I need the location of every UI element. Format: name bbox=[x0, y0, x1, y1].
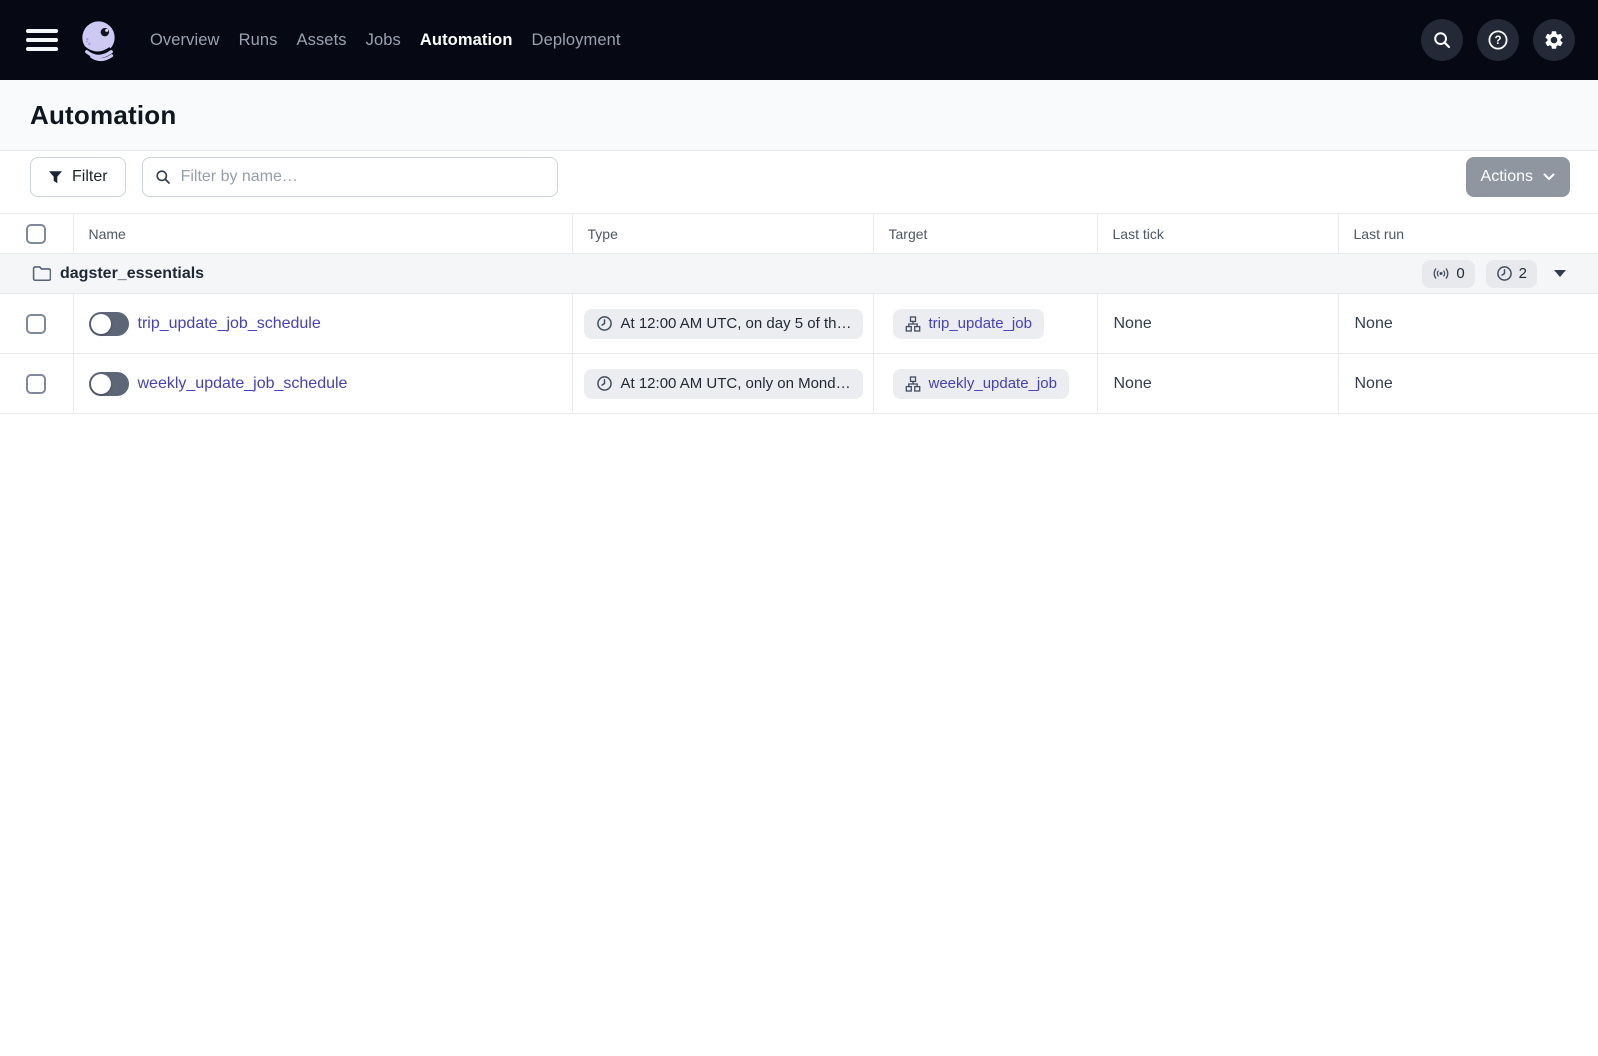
actions-button[interactable]: Actions bbox=[1465, 157, 1570, 197]
clock-icon bbox=[596, 316, 612, 331]
nav-item-runs[interactable]: Runs bbox=[239, 31, 278, 50]
table-header-row: Name Type Target Last tick Last run bbox=[0, 213, 1598, 254]
search-button[interactable] bbox=[1421, 19, 1463, 61]
target-job-link[interactable]: weekly_update_job bbox=[929, 375, 1057, 392]
search-icon bbox=[155, 170, 170, 184]
row-checkbox[interactable] bbox=[26, 313, 47, 334]
target-job-tag: trip_update_job bbox=[892, 308, 1044, 339]
schedule-toggle[interactable] bbox=[88, 371, 129, 396]
table-row: trip_update_job_schedule At 12:00 AM UTC… bbox=[0, 293, 1598, 354]
main-nav: Overview Runs Assets Jobs Automation Dep… bbox=[150, 31, 621, 50]
job-icon bbox=[905, 375, 920, 392]
group-row: dagster_essentials 0 2 bbox=[0, 253, 1598, 294]
last-tick-value: None bbox=[1097, 353, 1339, 414]
row-checkbox[interactable] bbox=[26, 373, 47, 394]
last-run-value: None bbox=[1338, 293, 1598, 354]
nav-item-deployment[interactable]: Deployment bbox=[532, 31, 621, 50]
svg-text:?: ? bbox=[1494, 35, 1501, 47]
automation-name-link[interactable]: trip_update_job_schedule bbox=[138, 315, 321, 333]
column-header-target: Target bbox=[873, 213, 1098, 254]
schedule-count-badge: 2 bbox=[1485, 259, 1537, 288]
funnel-icon bbox=[49, 170, 62, 183]
schedule-count: 2 bbox=[1518, 265, 1527, 282]
page-title: Automation bbox=[30, 99, 177, 130]
chevron-down-icon bbox=[1543, 173, 1555, 180]
settings-button[interactable] bbox=[1533, 19, 1575, 61]
column-header-last-tick: Last tick bbox=[1097, 213, 1339, 254]
hamburger-menu-icon[interactable] bbox=[26, 27, 58, 53]
column-header-type: Type bbox=[572, 213, 874, 254]
column-header-last-run: Last run bbox=[1338, 213, 1598, 254]
nav-item-automation[interactable]: Automation bbox=[420, 31, 513, 50]
help-button[interactable]: ? bbox=[1477, 19, 1519, 61]
dagster-logo[interactable] bbox=[74, 16, 122, 64]
table-row: weekly_update_job_schedule At 12:00 AM U… bbox=[0, 353, 1598, 414]
schedule-cron-text: At 12:00 AM UTC, on day 5 of th… bbox=[620, 315, 852, 332]
filter-button-label: Filter bbox=[72, 168, 108, 185]
target-job-tag: weekly_update_job bbox=[892, 368, 1069, 399]
clock-icon bbox=[1496, 266, 1512, 281]
filter-button[interactable]: Filter bbox=[30, 157, 126, 197]
dagster-octopus-icon bbox=[81, 20, 115, 61]
clock-icon bbox=[596, 376, 612, 391]
group-name: dagster_essentials bbox=[60, 264, 205, 282]
top-navbar: Overview Runs Assets Jobs Automation Dep… bbox=[0, 0, 1598, 80]
sensor-icon bbox=[1433, 268, 1449, 279]
select-all-checkbox[interactable] bbox=[26, 223, 47, 244]
sensor-count: 0 bbox=[1456, 265, 1465, 282]
nav-item-overview[interactable]: Overview bbox=[150, 31, 220, 50]
schedule-type-tag: At 12:00 AM UTC, only on Mond… bbox=[583, 368, 863, 399]
sensor-count-badge: 0 bbox=[1422, 259, 1475, 288]
last-run-value: None bbox=[1338, 353, 1598, 414]
search-input[interactable] bbox=[141, 157, 558, 197]
schedule-toggle[interactable] bbox=[88, 311, 129, 336]
schedule-cron-text: At 12:00 AM UTC, only on Mond… bbox=[620, 375, 851, 392]
search-icon bbox=[1434, 32, 1451, 49]
automation-name-link[interactable]: weekly_update_job_schedule bbox=[138, 375, 348, 393]
page-header: Automation bbox=[0, 80, 1598, 151]
collapse-group-caret-icon[interactable] bbox=[1554, 270, 1566, 277]
name-filter bbox=[141, 157, 558, 197]
actions-button-label: Actions bbox=[1480, 168, 1533, 185]
target-job-link[interactable]: trip_update_job bbox=[929, 315, 1032, 332]
help-icon: ? bbox=[1488, 30, 1508, 50]
toolbar: Filter Actions bbox=[30, 157, 1570, 197]
job-icon bbox=[905, 315, 920, 332]
gear-icon bbox=[1545, 31, 1563, 49]
folder-icon bbox=[32, 266, 51, 282]
column-header-name: Name bbox=[73, 213, 573, 254]
automation-table: Name Type Target Last tick Last run dags… bbox=[0, 213, 1598, 414]
last-tick-value: None bbox=[1097, 293, 1339, 354]
nav-item-jobs[interactable]: Jobs bbox=[366, 31, 401, 50]
schedule-type-tag: At 12:00 AM UTC, on day 5 of th… bbox=[583, 308, 864, 339]
nav-item-assets[interactable]: Assets bbox=[297, 31, 347, 50]
